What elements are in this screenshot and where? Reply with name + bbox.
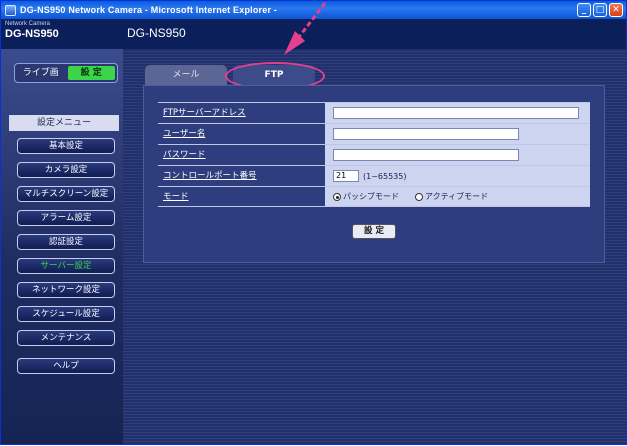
password-row: パスワード xyxy=(158,144,590,165)
menu-camera[interactable]: カメラ設定 xyxy=(17,162,115,178)
active-mode-radio[interactable]: アクティブモード xyxy=(415,191,488,202)
radio-selected-icon xyxy=(333,192,341,201)
password-label[interactable]: パスワード xyxy=(158,145,325,165)
server-address-label[interactable]: FTPサーバーアドレス xyxy=(158,103,325,123)
control-port-label[interactable]: コントロールポート番号 xyxy=(158,166,325,186)
control-port-input[interactable]: 21 xyxy=(333,170,359,182)
setup-menu-heading: 設定メニュー xyxy=(9,115,119,131)
mode-switch: ライブ画 設 定 xyxy=(14,63,118,83)
sidebar: ライブ画 設 定 設定メニュー 基本設定 カメラ設定 マルチスクリーン設定 アラ… xyxy=(1,49,123,444)
control-port-hint: (1~65535) xyxy=(363,171,407,181)
active-mode-label: アクティブモード xyxy=(425,192,489,201)
mode-label[interactable]: モード xyxy=(158,187,325,206)
page-header: Network Camera DG-NS950 DG-NS950 xyxy=(1,19,626,49)
menu-basic[interactable]: 基本設定 xyxy=(17,138,115,154)
password-input[interactable] xyxy=(333,149,519,161)
menu-auth[interactable]: 認証設定 xyxy=(17,234,115,250)
window-controls: _ □ ✕ xyxy=(577,3,623,17)
browser-window: DG-NS950 Network Camera - Microsoft Inte… xyxy=(0,0,627,445)
menu-schedule[interactable]: スケジュール設定 xyxy=(17,306,115,322)
menu-multiscreen[interactable]: マルチスクリーン設定 xyxy=(17,186,115,202)
username-input[interactable] xyxy=(333,128,519,140)
radio-unselected-icon xyxy=(415,192,423,201)
server-address-input[interactable] xyxy=(333,107,579,119)
username-row: ユーザー名 xyxy=(158,123,590,144)
ftp-settings-panel: FTPサーバーアドレス ユーザー名 パスワード コントロールポート番号 21 (… xyxy=(143,85,605,263)
tab-mail[interactable]: メール xyxy=(145,65,227,85)
main-content: メール FTP FTPサーバーアドレス ユーザー名 パスワード コントロールポー… xyxy=(123,49,626,444)
setup-mode-button[interactable]: 設 定 xyxy=(67,66,115,80)
menu-server[interactable]: サーバー設定 xyxy=(17,258,115,274)
username-label[interactable]: ユーザー名 xyxy=(158,124,325,144)
menu-alarm[interactable]: アラーム設定 xyxy=(17,210,115,226)
control-port-row: コントロールポート番号 21 (1~65535) xyxy=(158,165,590,186)
brand-caption: Network Camera xyxy=(5,21,51,27)
passive-mode-label: パッシブモード xyxy=(343,192,399,201)
live-mode-button[interactable]: ライブ画 xyxy=(17,66,65,80)
menu-help[interactable]: ヘルプ xyxy=(17,358,115,374)
mode-row: モード パッシブモード アクティブモード xyxy=(158,186,590,207)
title-bar: DG-NS950 Network Camera - Microsoft Inte… xyxy=(1,1,626,19)
server-address-row: FTPサーバーアドレス xyxy=(158,102,590,123)
set-button[interactable]: 設 定 xyxy=(352,224,396,239)
maximize-icon[interactable]: □ xyxy=(593,3,607,17)
minimize-icon[interactable]: _ xyxy=(577,3,591,17)
brand-model: DG-NS950 xyxy=(5,28,59,40)
passive-mode-radio[interactable]: パッシブモード xyxy=(333,191,399,202)
window-title: DG-NS950 Network Camera - Microsoft Inte… xyxy=(20,5,278,15)
menu-maintenance[interactable]: メンテナンス xyxy=(17,330,115,346)
menu-network[interactable]: ネットワーク設定 xyxy=(17,282,115,298)
device-title: DG-NS950 xyxy=(127,26,186,40)
ie-icon xyxy=(5,4,16,16)
close-icon[interactable]: ✕ xyxy=(609,3,623,17)
